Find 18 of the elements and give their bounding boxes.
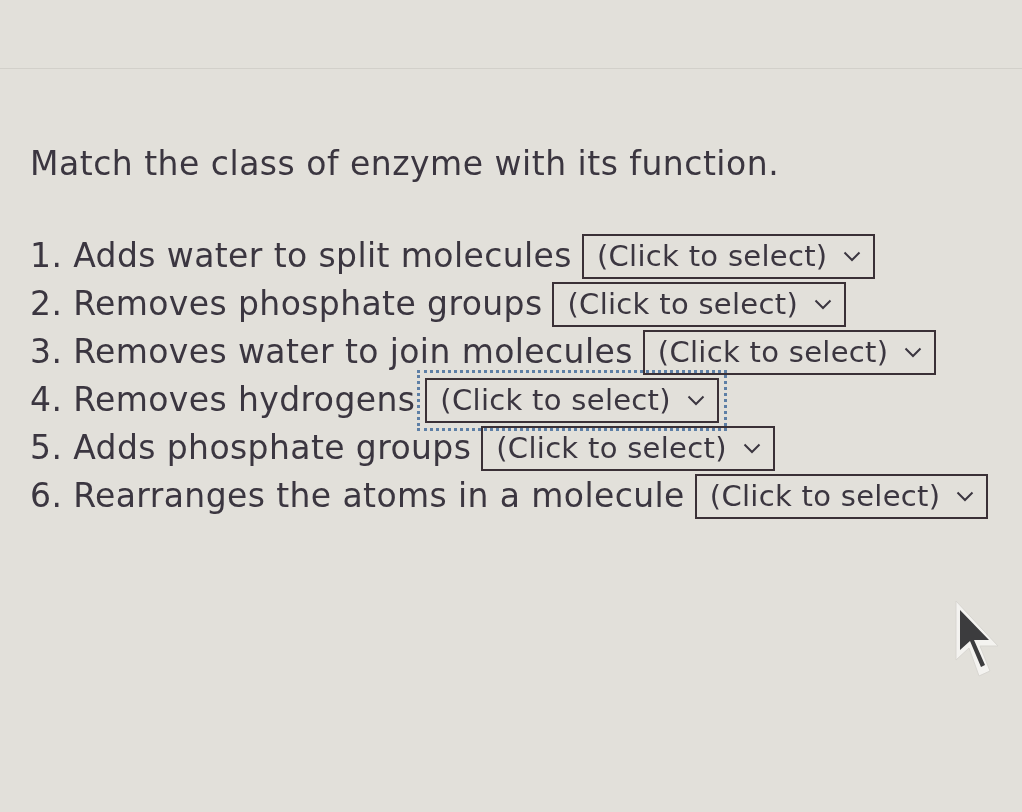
select-dropdown[interactable]: (Click to select)	[694, 473, 989, 519]
chevron-down-icon	[904, 346, 923, 358]
function-label: 6. Rearranges the atoms in a molecule	[30, 475, 685, 517]
question-prompt: Match the class of enzyme with its function.	[30, 143, 781, 185]
chevron-down-icon	[956, 490, 975, 502]
chevron-down-icon	[742, 442, 761, 454]
chevron-down-icon	[686, 394, 705, 406]
select-dropdown[interactable]: (Click to select)	[552, 281, 847, 327]
function-label: 3. Removes water to join molecules	[30, 331, 633, 373]
select-dropdown[interactable]: (Click to select)	[481, 425, 775, 471]
chevron-down-icon	[814, 298, 833, 310]
function-label: 5. Adds phosphate groups	[30, 427, 472, 469]
function-label: 4. Removes hydrogens	[30, 379, 416, 421]
function-label: 2. Removes phosphate groups	[30, 283, 543, 325]
function-label: 1. Adds water to split molecules	[30, 235, 572, 277]
select-dropdown[interactable]: (Click to select)	[642, 329, 937, 375]
select-dropdown[interactable]: (Click to select)	[581, 233, 876, 279]
chevron-down-icon	[843, 250, 862, 262]
